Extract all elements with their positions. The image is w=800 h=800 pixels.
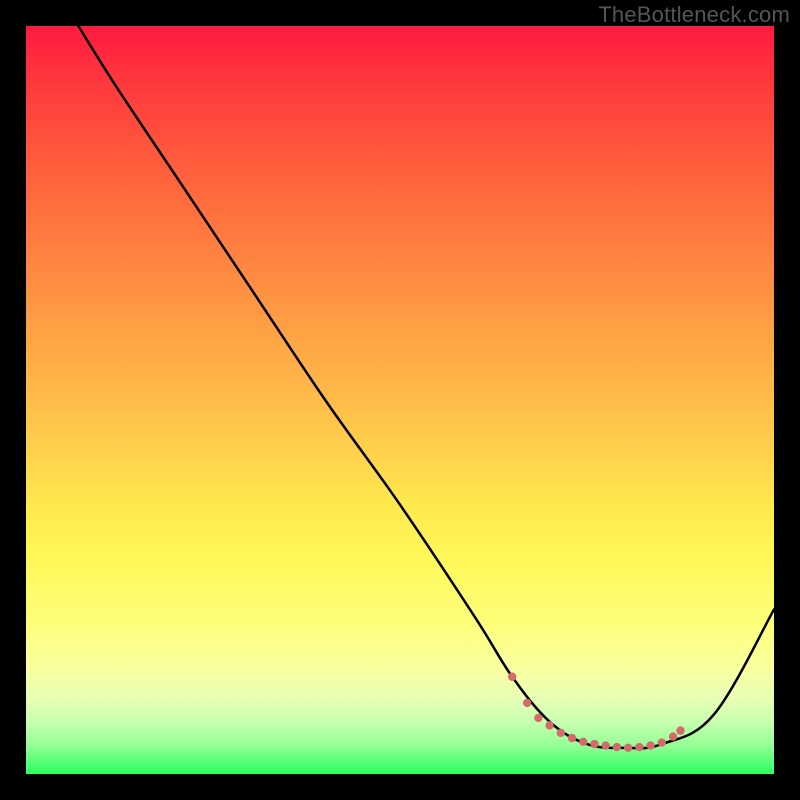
bottleneck-chart (26, 26, 774, 774)
optimal-marker (579, 738, 587, 746)
optimal-marker (658, 738, 666, 746)
optimal-marker (508, 673, 516, 681)
optimal-marker (602, 741, 610, 749)
bottleneck-curve-path (78, 26, 774, 748)
optimal-marker (590, 740, 598, 748)
optimal-marker (523, 699, 531, 707)
optimal-marker (557, 729, 565, 737)
optimal-marker (669, 732, 677, 740)
optimal-range-marker-group (508, 673, 685, 752)
optimal-marker (624, 744, 632, 752)
optimal-marker (635, 743, 643, 751)
watermark-label: TheBottleneck.com (598, 2, 790, 28)
optimal-marker (613, 743, 621, 751)
chart-plot-area (26, 26, 774, 774)
optimal-marker (568, 734, 576, 742)
optimal-marker (534, 714, 542, 722)
optimal-marker (646, 741, 654, 749)
optimal-marker (545, 721, 553, 729)
optimal-marker (676, 726, 684, 734)
